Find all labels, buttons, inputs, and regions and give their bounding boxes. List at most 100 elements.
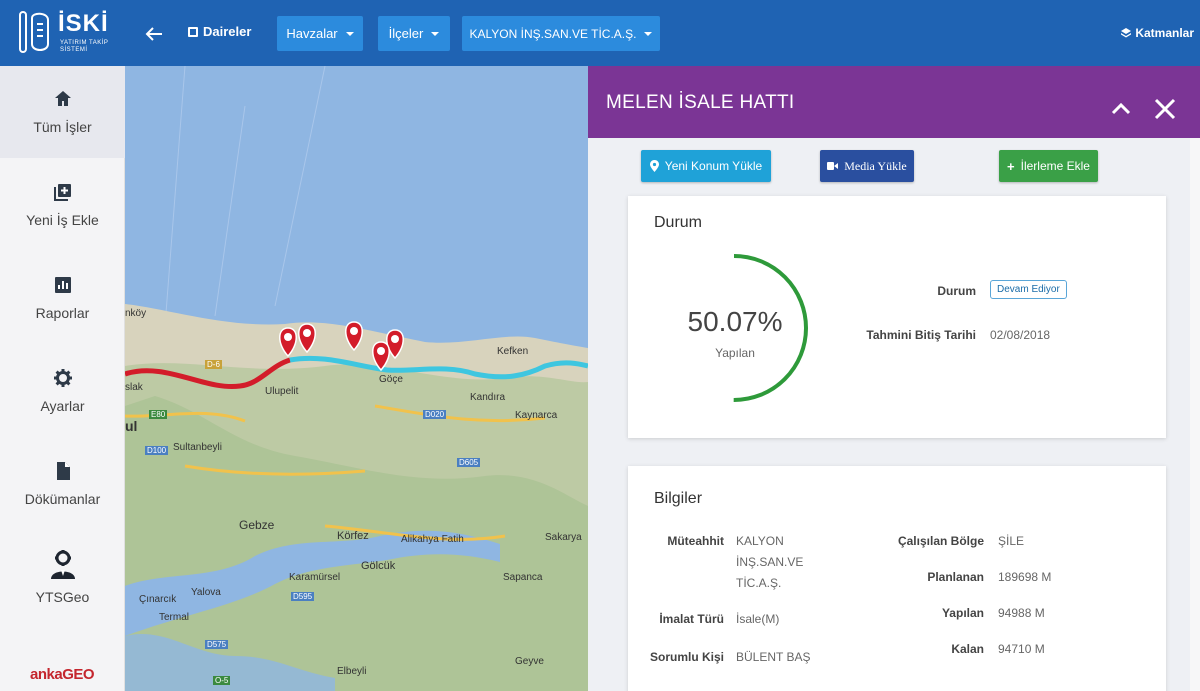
sidebar-item-dokumanlar[interactable]: Dökümanlar [0, 438, 125, 530]
map-label: Körfez [337, 530, 369, 542]
progress-gauge: 50.07% Yapılan [668, 252, 838, 412]
map-label: Sakarya [545, 532, 582, 543]
sidebar-item-label: Raporlar [35, 305, 90, 321]
map-label: Gölcük [361, 560, 396, 572]
sidebar-item-label: Tüm İşler [33, 119, 92, 135]
yapilan-value: 94988 M [998, 606, 1045, 620]
map-label: D595 [291, 592, 315, 601]
map-label: Kefken [497, 346, 529, 357]
map-label: nköy [125, 308, 147, 319]
map-label: D575 [205, 640, 229, 649]
chart-icon [54, 277, 71, 293]
map-label: Karamürsel [289, 572, 341, 583]
map-label: O-5 [213, 676, 231, 685]
durum-title: Durum [654, 214, 703, 231]
button-label: İlerleme Ekle [1020, 159, 1090, 173]
havzalar-label: Havzalar [286, 26, 338, 41]
map-label: Göçe [379, 374, 403, 385]
bilgiler-card: Bilgiler Müteahhit KALYON İNŞ.SAN.VE TİC… [628, 466, 1166, 691]
bilgiler-title: Bilgiler [654, 490, 703, 507]
planlanan-label: Planlanan [927, 570, 984, 584]
home-icon [54, 91, 71, 106]
status-badge: Devam Ediyor [990, 280, 1067, 299]
ankageo-logo: ankaGEO [30, 666, 95, 683]
map-label: Sapanca [503, 572, 543, 583]
top-bar: İSKİ YATIRIM TAKİP SİSTEMİ Daireler Havz… [0, 0, 1200, 66]
sidebar-item-tum-isler[interactable]: Tüm İşler [0, 66, 125, 158]
map-label: D605 [457, 458, 481, 467]
map-label: Gebze [239, 518, 275, 532]
caret-down-icon [345, 31, 354, 36]
user-gear-icon [50, 550, 75, 579]
contractor-dropdown[interactable]: KALYON İNŞ.SAN.VE TİC.A.Ş. [462, 16, 660, 51]
map-label: D100 [145, 446, 169, 455]
layers-icon [1121, 28, 1132, 38]
map-label: D020 [423, 410, 447, 419]
ilceler-label: İlçeler [388, 26, 424, 41]
iski-logo-mark-icon [19, 11, 49, 53]
imalat-label: İmalat Türü [659, 612, 724, 626]
button-label: Media Yükle [844, 158, 907, 173]
sidebar-item-label: YTSGeo [35, 589, 90, 605]
panel-scrollbar[interactable] [1190, 138, 1200, 691]
imalat-value: İsale(M) [736, 612, 780, 626]
map-label: Ulupelit [265, 386, 299, 397]
end-date-label: Tahmini Bitiş Tarihi [866, 328, 976, 342]
map-label: Elbeyli [337, 666, 367, 677]
progress-label: Yapılan [715, 346, 755, 360]
document-icon [56, 462, 70, 480]
yeni-konum-yukle-button[interactable]: Yeni Konum Yükle [641, 150, 771, 182]
location-pin-icon [649, 160, 659, 172]
iski-logo[interactable]: İSKİ YATIRIM TAKİP SİSTEMİ [14, 8, 114, 60]
map-label: ul [125, 418, 138, 434]
sidebar-item-ytsgeo[interactable]: YTSGeo [0, 531, 125, 623]
map-labels: nköy slak ul Ulupelit Sultanbeyli Gebze … [125, 66, 588, 691]
caret-down-icon [644, 31, 653, 36]
close-icon[interactable] [1152, 96, 1178, 122]
muteahhit-label: Müteahhit [667, 534, 724, 548]
map-label: slak [125, 382, 143, 393]
caret-down-icon [431, 31, 440, 36]
gear-icon [53, 369, 72, 387]
kalan-value: 94710 M [998, 642, 1045, 656]
detail-panel: MELEN İSALE HATTI Yeni Konum Yükle Media… [588, 66, 1200, 691]
map-label: Alikahya Fatih [401, 534, 464, 545]
sidebar-item-yeni-is-ekle[interactable]: Yeni İş Ekle [0, 159, 125, 251]
map-label: Kaynarca [515, 410, 558, 421]
map-label: Çınarcık [139, 594, 177, 605]
back-arrow-icon[interactable] [140, 20, 168, 48]
button-label: Yeni Konum Yükle [664, 159, 763, 173]
map-label: D-6 [205, 360, 222, 369]
sorumlu-value: BÜLENT BAŞ [736, 650, 811, 664]
katmanlar-button[interactable]: Katmanlar [1121, 26, 1194, 40]
end-date-value: 02/08/2018 [990, 328, 1051, 342]
map-label: Yalova [191, 587, 221, 598]
durum-card: Durum 50.07% Yapılan Durum Devam Ediyor … [628, 196, 1166, 438]
sidebar-item-label: Dökümanlar [24, 491, 101, 507]
sidebar-item-label: Yeni İş Ekle [26, 212, 99, 228]
map-view[interactable]: nköy slak ul Ulupelit Sultanbeyli Gebze … [125, 66, 588, 691]
map-label: E80 [149, 410, 168, 419]
yapilan-label: Yapılan [941, 606, 984, 620]
daireler-button[interactable]: Daireler [188, 24, 251, 39]
planlanan-value: 189698 M [998, 570, 1052, 584]
chevron-up-icon[interactable] [1110, 98, 1132, 120]
muteahhit-value-line1: KALYON [736, 534, 784, 548]
ilceler-dropdown[interactable]: İlçeler [378, 16, 450, 51]
daireler-label: Daireler [203, 24, 252, 39]
sidebar-item-raporlar[interactable]: Raporlar [0, 252, 125, 344]
muteahhit-value-line3: TİC.A.Ş. [736, 576, 782, 590]
brand-subtitle: YATIRIM TAKİP SİSTEMİ [60, 40, 109, 53]
sidebar: Tüm İşler Yeni İş Ekle Raporlar Ayarlar … [0, 66, 125, 691]
ilerleme-ekle-button[interactable]: + İlerleme Ekle [999, 150, 1098, 182]
sidebar-item-ayarlar[interactable]: Ayarlar [0, 345, 125, 437]
muteahhit-value-line2: İNŞ.SAN.VE [736, 555, 804, 569]
kalan-label: Kalan [951, 642, 984, 656]
havzalar-dropdown[interactable]: Havzalar [277, 16, 363, 51]
map-label: Sultanbeyli [173, 442, 222, 453]
katmanlar-label: Katmanlar [1135, 26, 1194, 40]
brand-name: İSKİ [58, 10, 109, 37]
sidebar-item-label: Ayarlar [40, 398, 85, 414]
bolge-value: ŞİLE [998, 534, 1025, 548]
media-yukle-button[interactable]: Media Yükle [820, 150, 914, 182]
